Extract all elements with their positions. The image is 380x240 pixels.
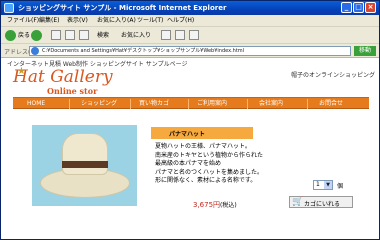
back-label[interactable]: 戻る: [18, 29, 30, 42]
product-description: 夏物ハットの王様、パナマハット。 南米産のトキヤという植物から作られた 最高級の…: [155, 143, 283, 186]
menu-file[interactable]: ファイル(F): [7, 17, 39, 25]
nav-divider: [130, 99, 131, 109]
history-icon[interactable]: [161, 30, 171, 40]
description-line: 夏物ハットの王様、パナマハット。: [155, 143, 251, 150]
product-price: 3,675円(税込): [193, 200, 237, 210]
back-icon[interactable]: [5, 30, 16, 41]
nav-divider: [247, 99, 248, 109]
nav-cart[interactable]: 買い物カゴ: [139, 99, 169, 109]
quantity-value: 1: [316, 181, 320, 188]
nav-shopping[interactable]: ショッピング: [81, 99, 117, 109]
quantity-select[interactable]: 1 ▼: [313, 180, 333, 190]
site-tagline: 帽子のオンラインショッピング: [291, 72, 376, 79]
nav-divider: [188, 99, 189, 109]
menu-bar: ファイル(F) 編集(E) 表示(V) お気に入り(A) ツール(T) ヘルプ(…: [1, 15, 379, 27]
price-value: 3,675円: [193, 201, 221, 209]
close-button[interactable]: ×: [365, 2, 376, 13]
address-input[interactable]: C:¥Documents and Settings¥Hat¥デスクトップ¥ショッ…: [29, 46, 351, 56]
nav-guide[interactable]: ご利用案内: [197, 99, 227, 109]
address-bar: アドレス(D) C:¥Documents and Settings¥Hat¥デス…: [1, 44, 379, 58]
mail-icon[interactable]: [175, 30, 185, 40]
favorites-label[interactable]: お気に入り: [121, 29, 151, 42]
description-line: 南米産のトキヤという植物から作られた: [155, 151, 264, 159]
print-icon[interactable]: [189, 30, 199, 40]
product-image: [32, 125, 137, 206]
nav-divider: [69, 99, 70, 109]
chevron-down-icon[interactable]: ▼: [324, 181, 332, 189]
menu-edit[interactable]: 編集(E): [39, 17, 59, 25]
description-line: 形に関係なく、素材による名称です。: [155, 177, 257, 184]
menu-view[interactable]: 表示(V): [67, 17, 88, 25]
description-line: パナマと名のつくハットを集めました。: [155, 168, 264, 176]
description-line: 最高級の本パナマを始め: [155, 160, 222, 167]
menu-favorites[interactable]: お気に入り(A): [97, 17, 136, 25]
add-to-cart-label: カゴにいれる: [304, 201, 341, 208]
nav-divider: [307, 99, 308, 109]
title-bar[interactable]: ショッピングサイト サンプル - Microsoft Internet Expl…: [1, 1, 379, 15]
hat-crown: [62, 133, 108, 175]
nav-contact[interactable]: お問合せ: [319, 99, 343, 109]
cart-icon: 🛒: [292, 197, 304, 207]
page-viewport: インターネット見積 Web制作 ショッピングサイト サンプルページ ★ Hat …: [1, 58, 379, 239]
price-tax-note: (税込): [220, 202, 237, 209]
product-name: パナマハット: [169, 131, 206, 138]
page-icon: [31, 47, 39, 55]
refresh-icon[interactable]: [65, 30, 75, 40]
window-title: ショッピングサイト サンプル - Microsoft Internet Expl…: [18, 4, 227, 12]
nav-home[interactable]: HOME: [27, 99, 45, 109]
hat-band: [62, 161, 108, 168]
go-button[interactable]: 移動: [354, 46, 376, 56]
browser-window: ショッピングサイト サンプル - Microsoft Internet Expl…: [0, 0, 380, 240]
forward-icon[interactable]: [31, 30, 42, 41]
ie-icon: [4, 3, 14, 13]
minimize-button[interactable]: _: [341, 2, 352, 13]
site-logo-subtitle: Online stor: [47, 86, 98, 96]
toolbar: 戻る 検索 お気に入り: [1, 27, 379, 44]
quantity-unit: 個: [337, 183, 344, 190]
maximize-button[interactable]: □: [353, 2, 364, 13]
menu-tools[interactable]: ツール(T): [137, 17, 163, 25]
stop-icon[interactable]: [51, 30, 61, 40]
add-to-cart-button[interactable]: 🛒 カゴにいれる: [289, 196, 353, 208]
menu-help[interactable]: ヘルプ(H): [167, 17, 194, 25]
nav-company[interactable]: 会社案内: [259, 99, 283, 109]
site-logo[interactable]: Hat Gallery: [13, 68, 113, 86]
home-icon[interactable]: [79, 30, 89, 40]
main-navigation: HOME ショッピング 買い物カゴ ご利用案内 会社案内 お問合せ: [13, 97, 369, 109]
search-label[interactable]: 検索: [97, 29, 109, 42]
